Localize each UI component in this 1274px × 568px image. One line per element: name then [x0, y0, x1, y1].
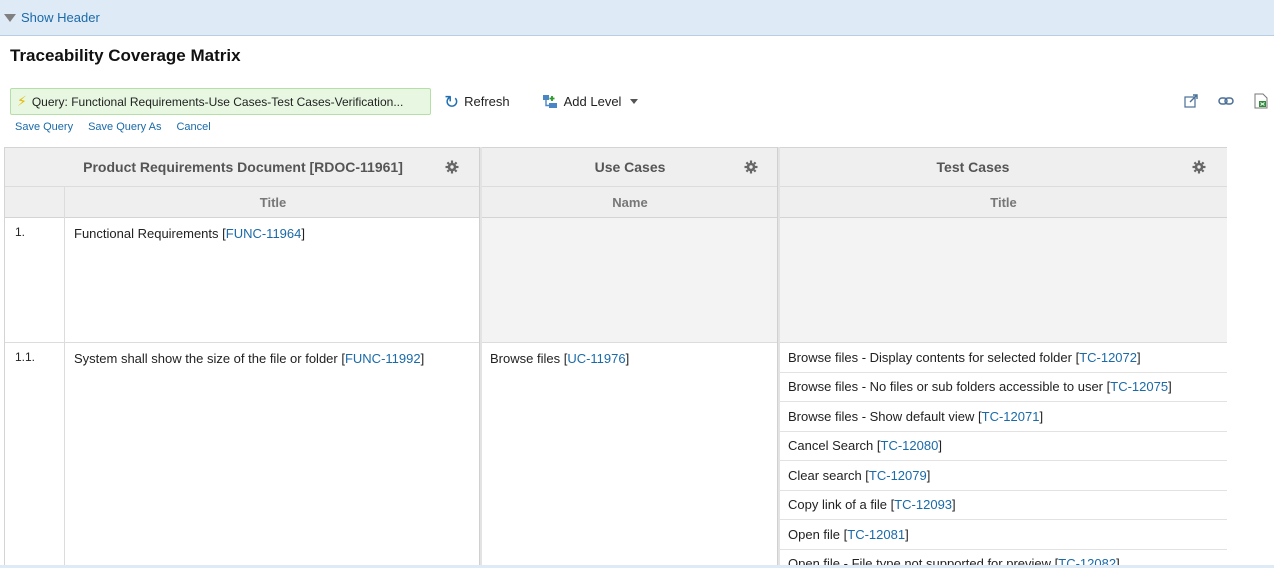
- bracket: ]: [301, 226, 305, 241]
- test-case-list: Browse files - Display contents for sele…: [779, 343, 1227, 568]
- add-level-icon: [542, 94, 558, 110]
- add-level-label: Add Level: [563, 94, 622, 109]
- lightning-icon: ⚡︎: [17, 93, 27, 109]
- refresh-icon: ↻: [444, 91, 460, 112]
- test-case-title: Cancel Search [: [788, 438, 881, 454]
- refresh-button[interactable]: ↻ Refresh: [444, 93, 510, 111]
- gear-icon[interactable]: [445, 160, 459, 174]
- test-case-title: Browse files - Display contents for sele…: [788, 349, 1080, 365]
- gear-icon[interactable]: [744, 160, 758, 174]
- row-number: 1.1.: [15, 350, 36, 364]
- test-case-title: Copy link of a file [: [788, 497, 895, 513]
- test-case-title: Browse files - Show default view [: [788, 408, 982, 424]
- list-item: Browse files - No files or sub folders a…: [779, 373, 1227, 402]
- test-case-link[interactable]: TC-12079: [869, 468, 927, 483]
- divider: [64, 187, 65, 568]
- sub-header-name: Name: [612, 194, 648, 210]
- expand-icon[interactable]: [1183, 93, 1199, 109]
- add-level-button[interactable]: Add Level: [542, 94, 639, 110]
- bracket: ]: [1039, 408, 1044, 424]
- test-case-link[interactable]: TC-12093: [894, 497, 952, 512]
- save-query-link[interactable]: Save Query: [15, 121, 73, 133]
- show-header-label[interactable]: Show Header: [21, 10, 100, 25]
- requirement-title: Functional Requirements [: [74, 226, 226, 241]
- row-number: 1.: [15, 225, 26, 239]
- test-case-title: Open file [: [788, 526, 848, 542]
- list-item: Browse files - Show default view [TC-120…: [779, 402, 1227, 432]
- column-header-row: Product Requirements Document [RDOC-1196…: [5, 147, 1227, 187]
- test-case-title: Browse files - No files or sub folders a…: [788, 379, 1111, 395]
- sub-header-title: Title: [259, 194, 287, 210]
- column-resize-handle[interactable]: [479, 147, 482, 568]
- traceability-grid: Product Requirements Document [RDOC-1196…: [4, 147, 1227, 568]
- requirement-title: System shall show the size of the file o…: [74, 351, 345, 366]
- query-links: Save Query Save Query As Cancel: [15, 121, 226, 133]
- list-item: Cancel Search [TC-12080]: [779, 432, 1227, 461]
- page-title: Traceability Coverage Matrix: [10, 46, 241, 65]
- list-item: Copy link of a file [TC-12093]: [779, 491, 1227, 520]
- sub-header-title: Title: [990, 194, 1017, 210]
- toolbar: ⚡︎ Query: Functional Requirements-Use Ca…: [10, 88, 639, 115]
- requirement-cell: Functional Requirements [FUNC-11964]: [74, 218, 479, 342]
- requirement-cell: System shall show the size of the file o…: [74, 343, 479, 568]
- column-header-use-cases: Use Cases: [594, 159, 666, 175]
- use-case-cell: [481, 218, 779, 342]
- bracket: ]: [938, 438, 942, 454]
- bracket: ]: [926, 467, 931, 483]
- requirement-link[interactable]: FUNC-11992: [345, 351, 421, 366]
- test-case-title: Clear search [: [788, 467, 869, 483]
- bracket: ]: [905, 526, 909, 542]
- triangle-down-icon: [4, 13, 16, 22]
- gear-icon[interactable]: [1192, 160, 1206, 174]
- column-resize-handle[interactable]: [777, 147, 780, 568]
- column-header-prd: Product Requirements Document [RDOC-1196…: [83, 159, 403, 175]
- bracket: ]: [952, 497, 956, 513]
- test-case-link[interactable]: TC-12081: [847, 527, 905, 542]
- link-icon[interactable]: [1218, 93, 1234, 109]
- bracket: ]: [625, 351, 630, 366]
- save-query-as-link[interactable]: Save Query As: [88, 121, 161, 133]
- bracket: ]: [420, 351, 425, 366]
- column-header-test-cases: Test Cases: [936, 159, 1010, 175]
- test-case-link[interactable]: TC-12072: [1079, 350, 1137, 365]
- use-case-link[interactable]: UC-11976: [567, 351, 625, 366]
- use-case-title: Browse files [: [490, 351, 568, 366]
- header-bar: Show Header: [0, 0, 1274, 36]
- sub-header-row: Title Name Title: [5, 187, 1227, 218]
- list-item: Browse files - Display contents for sele…: [779, 343, 1227, 373]
- requirement-link[interactable]: FUNC-11964: [226, 226, 302, 241]
- list-item: Open file [TC-12081]: [779, 520, 1227, 550]
- test-case-cell: [779, 218, 1227, 342]
- excel-export-icon[interactable]: [1253, 93, 1269, 109]
- refresh-label: Refresh: [464, 94, 510, 109]
- test-case-link[interactable]: TC-12080: [881, 438, 939, 453]
- test-case-link[interactable]: TC-12071: [982, 409, 1040, 424]
- list-item: Clear search [TC-12079]: [779, 461, 1227, 491]
- table-row: 1. Functional Requirements [FUNC-11964]: [5, 218, 1227, 343]
- bracket: ]: [1168, 379, 1172, 395]
- show-header-toggle[interactable]: Show Header: [4, 10, 100, 25]
- table-row: 1.1. System shall show the size of the f…: [5, 343, 1227, 568]
- query-selector[interactable]: ⚡︎ Query: Functional Requirements-Use Ca…: [10, 88, 431, 115]
- bracket: ]: [1137, 349, 1141, 365]
- use-case-cell: Browse files [UC-11976]: [481, 343, 779, 568]
- right-toolbar: [1164, 93, 1269, 109]
- cancel-link[interactable]: Cancel: [176, 121, 210, 133]
- query-label: Query: Functional Requirements-Use Cases…: [31, 94, 404, 109]
- chevron-down-icon: [630, 99, 639, 104]
- test-case-link[interactable]: TC-12075: [1110, 379, 1168, 394]
